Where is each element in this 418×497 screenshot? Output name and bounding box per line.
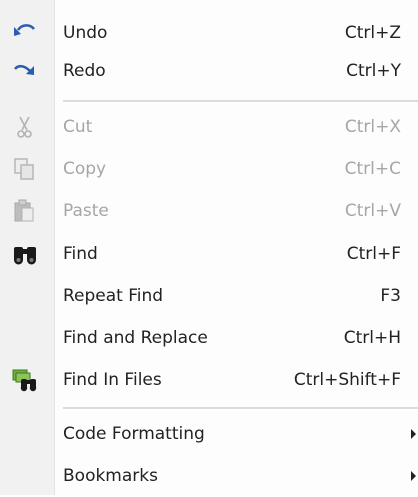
menu-item-bookmarks[interactable]: Bookmarks <box>0 455 418 497</box>
menu-item-label: Find and Replace <box>63 328 208 348</box>
menu-separator <box>63 100 418 103</box>
undo-icon <box>10 20 40 46</box>
menu-item-shortcut: Ctrl+Z <box>344 23 401 43</box>
menu-item-label: Copy <box>63 159 107 179</box>
edit-context-menu: Undo Ctrl+Z Redo Ctrl+Y Cut Ctrl+X Copy … <box>0 0 418 495</box>
menu-item-paste[interactable]: Paste Ctrl+V <box>0 190 418 232</box>
menu-item-label: Undo <box>63 23 108 43</box>
menu-item-shortcut: Ctrl+Y <box>346 61 401 81</box>
menu-item-find-in-files[interactable]: Find In Files Ctrl+Shift+F <box>0 359 418 401</box>
menu-item-redo[interactable]: Redo Ctrl+Y <box>0 50 418 92</box>
find-in-files-icon <box>10 367 40 393</box>
menu-item-shortcut: Ctrl+F <box>346 244 401 264</box>
menu-item-shortcut: Ctrl+Shift+F <box>293 370 401 390</box>
menu-separator <box>63 407 418 410</box>
menu-item-label: Find In Files <box>63 370 162 390</box>
menu-item-code-formatting[interactable]: Code Formatting <box>0 413 418 455</box>
menu-item-find[interactable]: Find Ctrl+F <box>0 233 418 275</box>
menu-item-label: Paste <box>63 201 109 221</box>
menu-item-shortcut: Ctrl+V <box>344 201 401 221</box>
menu-item-shortcut: F3 <box>380 286 401 306</box>
submenu-arrow-icon <box>411 471 416 481</box>
submenu-arrow-icon <box>411 429 416 439</box>
menu-item-repeat-find[interactable]: Repeat Find F3 <box>0 275 418 317</box>
binoculars-icon <box>10 241 40 267</box>
copy-icon <box>10 156 40 182</box>
menu-item-shortcut: Ctrl+H <box>343 328 401 348</box>
menu-item-undo[interactable]: Undo Ctrl+Z <box>0 12 418 54</box>
menu-item-label: Find <box>63 244 98 264</box>
menu-item-label: Code Formatting <box>63 424 205 444</box>
menu-item-copy[interactable]: Copy Ctrl+C <box>0 148 418 190</box>
menu-item-label: Bookmarks <box>63 466 158 486</box>
menu-item-label: Cut <box>63 117 93 137</box>
menu-item-shortcut: Ctrl+X <box>344 117 401 137</box>
redo-icon <box>10 58 40 84</box>
menu-item-label: Redo <box>63 61 106 81</box>
menu-item-find-and-replace[interactable]: Find and Replace Ctrl+H <box>0 317 418 359</box>
clipboard-icon <box>10 198 40 224</box>
menu-item-cut[interactable]: Cut Ctrl+X <box>0 106 418 148</box>
scissors-icon <box>10 114 40 140</box>
menu-item-label: Repeat Find <box>63 286 164 306</box>
menu-item-shortcut: Ctrl+C <box>344 159 401 179</box>
